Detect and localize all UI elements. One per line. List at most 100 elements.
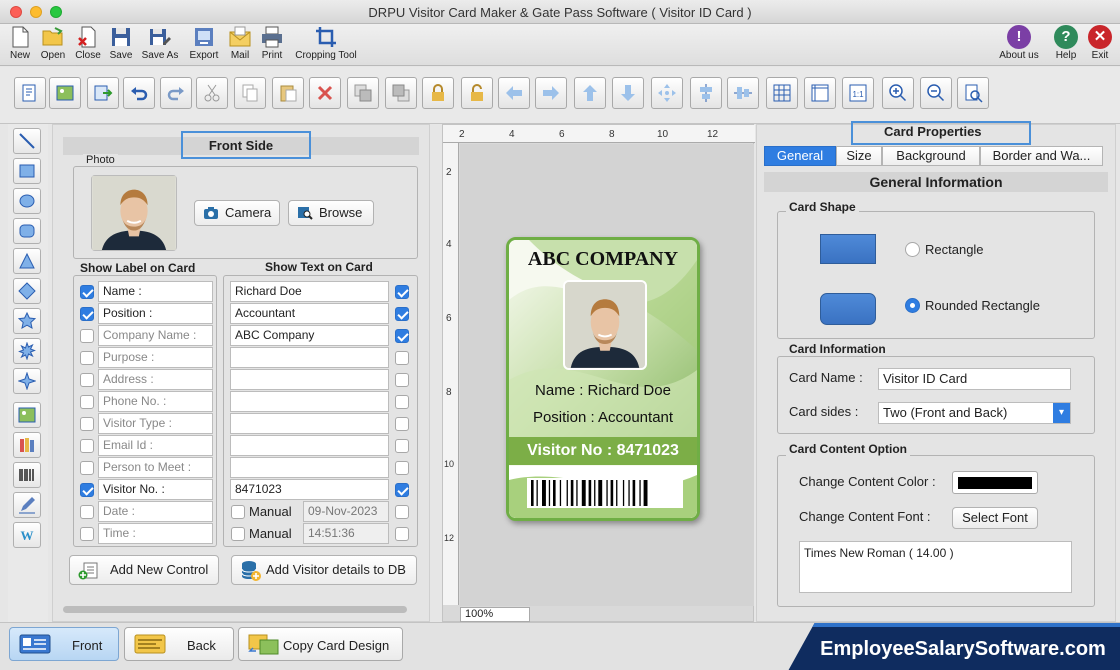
help-button[interactable]: ? Help — [1052, 25, 1080, 61]
save-as-button[interactable]: Save As — [138, 25, 182, 61]
tab-general[interactable]: General — [764, 146, 836, 166]
label-field[interactable]: Phone No. : — [98, 391, 213, 412]
text-field[interactable] — [230, 391, 389, 412]
image-button[interactable] — [49, 77, 81, 109]
ruler-button[interactable] — [804, 77, 836, 109]
text-field[interactable]: Richard Doe — [230, 281, 389, 302]
text-field[interactable] — [230, 347, 389, 368]
unlock-button[interactable] — [461, 77, 493, 109]
date-text-checkbox[interactable] — [395, 505, 409, 519]
front-view-button[interactable]: Front — [9, 627, 119, 661]
visitor-photo[interactable] — [91, 175, 177, 251]
label-field[interactable]: Visitor No. : — [98, 479, 213, 500]
text-checkbox[interactable] — [395, 439, 409, 453]
label-field[interactable]: Name : — [98, 281, 213, 302]
rounded-rectangle-shape-preview[interactable] — [820, 293, 876, 325]
line-tool[interactable] — [13, 128, 41, 154]
add-visitor-db-button[interactable]: Add Visitor details to DB — [231, 555, 417, 585]
select-font-button[interactable]: Select Font — [952, 507, 1038, 529]
text-checkbox[interactable] — [395, 329, 409, 343]
rounded-rect-tool[interactable] — [13, 218, 41, 244]
move-right-button[interactable] — [535, 77, 567, 109]
front-panel-scrollbar[interactable] — [63, 606, 407, 613]
date-manual-checkbox[interactable] — [231, 505, 245, 519]
font-display-field[interactable]: Times New Roman ( 14.00 ) — [799, 541, 1072, 593]
diamond-tool[interactable] — [13, 278, 41, 304]
label-field[interactable]: Person to Meet : — [98, 457, 213, 478]
properties-button[interactable] — [14, 77, 46, 109]
label-checkbox[interactable] — [80, 285, 94, 299]
label-field[interactable]: Purpose : — [98, 347, 213, 368]
align-vertical-button[interactable] — [727, 77, 759, 109]
add-new-control-button[interactable]: Add New Control — [69, 555, 219, 585]
signature-tool[interactable] — [13, 492, 41, 518]
text-field[interactable]: Accountant — [230, 303, 389, 324]
date-label-field[interactable]: Date : — [98, 501, 213, 522]
library-tool[interactable] — [13, 432, 41, 458]
cropping-tool-button[interactable]: Cropping Tool — [290, 25, 362, 61]
undo-button[interactable] — [123, 77, 155, 109]
lock-button[interactable] — [422, 77, 454, 109]
delete-button[interactable] — [309, 77, 341, 109]
time-value-field[interactable]: 14:51:36 — [303, 523, 389, 544]
label-checkbox[interactable] — [80, 461, 94, 475]
rectangle-tool[interactable] — [13, 158, 41, 184]
ellipse-tool[interactable] — [13, 188, 41, 214]
text-checkbox[interactable] — [395, 395, 409, 409]
redo-button[interactable] — [160, 77, 192, 109]
barcode-tool[interactable] — [13, 462, 41, 488]
preview-button[interactable] — [957, 77, 989, 109]
content-color-well[interactable] — [952, 471, 1038, 494]
text-field[interactable] — [230, 435, 389, 456]
zoom-out-button[interactable] — [920, 77, 952, 109]
card-name-input[interactable]: Visitor ID Card — [878, 368, 1071, 390]
save-button[interactable]: Save — [108, 25, 134, 61]
align-horizontal-button[interactable] — [690, 77, 722, 109]
rectangle-radio[interactable] — [905, 242, 920, 257]
move-down-button[interactable] — [612, 77, 644, 109]
open-button[interactable]: Open — [38, 25, 68, 61]
text-field[interactable]: ABC Company — [230, 325, 389, 346]
grid-button[interactable] — [766, 77, 798, 109]
visitor-id-card[interactable]: ABC COMPANY Name : Richard Doe Position … — [506, 237, 700, 521]
text-field[interactable] — [230, 457, 389, 478]
time-text-checkbox[interactable] — [395, 527, 409, 541]
text-checkbox[interactable] — [395, 307, 409, 321]
close-button[interactable]: Close — [72, 25, 104, 61]
camera-button[interactable]: Camera — [194, 200, 280, 226]
move-left-button[interactable] — [498, 77, 530, 109]
actual-size-button[interactable]: 1:1 — [842, 77, 874, 109]
triangle-tool[interactable] — [13, 248, 41, 274]
card-sides-select[interactable]: Two (Front and Back) ▾ — [878, 402, 1071, 424]
label-field[interactable]: Position : — [98, 303, 213, 324]
date-label-checkbox[interactable] — [80, 505, 94, 519]
tab-size[interactable]: Size — [836, 146, 882, 166]
new-button[interactable]: New — [6, 25, 34, 61]
paste-button[interactable] — [272, 77, 304, 109]
rounded-rectangle-radio[interactable] — [905, 298, 920, 313]
label-field[interactable]: Visitor Type : — [98, 413, 213, 434]
text-checkbox[interactable] — [395, 417, 409, 431]
bring-front-button[interactable] — [347, 77, 379, 109]
time-label-checkbox[interactable] — [80, 527, 94, 541]
move-up-button[interactable] — [574, 77, 606, 109]
text-checkbox[interactable] — [395, 483, 409, 497]
label-checkbox[interactable] — [80, 439, 94, 453]
print-button[interactable]: Print — [258, 25, 286, 61]
copy-card-design-button[interactable]: Copy Card Design — [238, 627, 403, 661]
burst-tool[interactable] — [13, 338, 41, 364]
text-checkbox[interactable] — [395, 285, 409, 299]
label-field[interactable]: Company Name : — [98, 325, 213, 346]
about-us-button[interactable]: ! About us — [996, 25, 1042, 61]
label-field[interactable]: Email Id : — [98, 435, 213, 456]
back-view-button[interactable]: Back — [124, 627, 234, 661]
text-checkbox[interactable] — [395, 373, 409, 387]
center-button[interactable] — [651, 77, 683, 109]
rectangle-shape-preview[interactable] — [820, 234, 876, 264]
tab-border-watermark[interactable]: Border and Wa... — [980, 146, 1103, 166]
export-button[interactable]: Export — [186, 25, 222, 61]
zoom-level[interactable]: 100% — [460, 607, 530, 622]
label-checkbox[interactable] — [80, 307, 94, 321]
tab-background[interactable]: Background — [882, 146, 980, 166]
chevron-down-icon[interactable]: ▾ — [1053, 403, 1070, 423]
